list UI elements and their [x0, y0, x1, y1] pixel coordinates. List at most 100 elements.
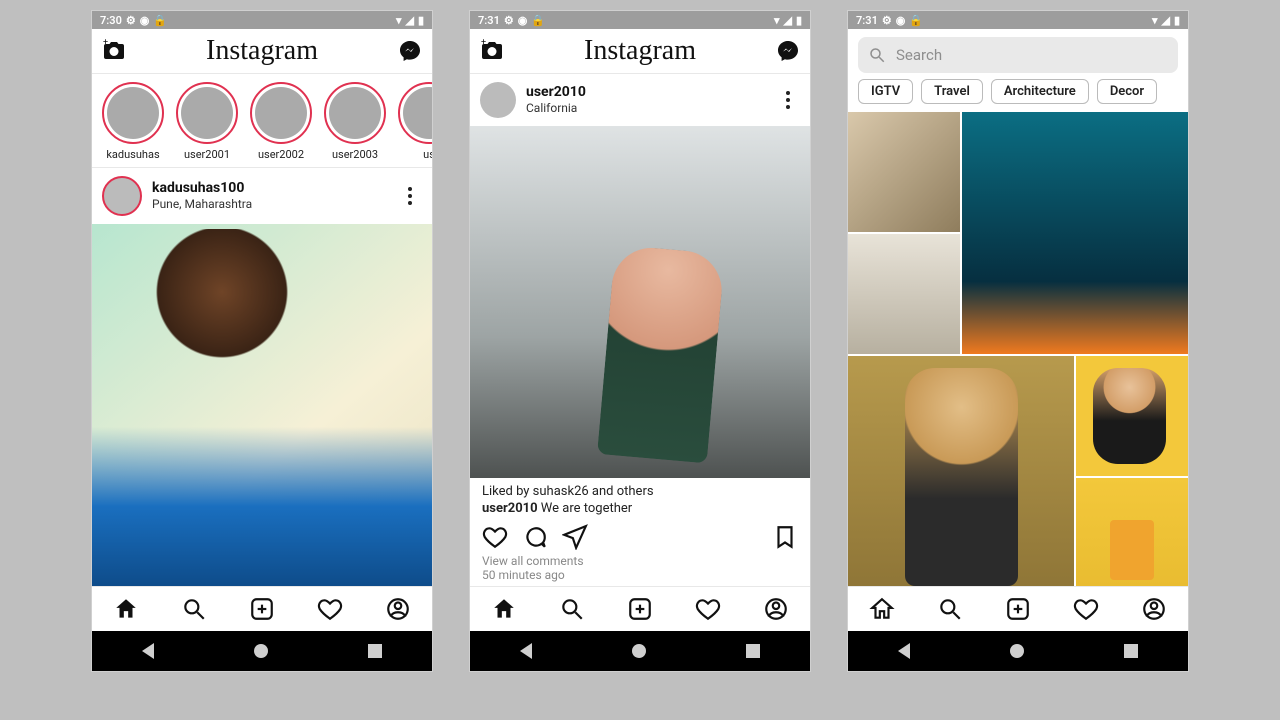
svg-text:+: + — [481, 39, 486, 48]
app-header: + Instagram — [470, 29, 810, 74]
explore-tile[interactable] — [1076, 356, 1188, 476]
explore-tile[interactable] — [962, 112, 1188, 354]
story-label: user2003 — [332, 148, 378, 161]
phone-post-detail: 7:31 ⚙ ◉ 🔒 ▾ ◢ ▮ + Instagram — [469, 10, 811, 672]
share-icon[interactable] — [562, 524, 588, 550]
story-avatar — [403, 87, 432, 139]
phone-explore: 7:31 ⚙ ◉ 🔒 ▾ ◢ ▮ Search IGTV Travel Arch… — [847, 10, 1189, 672]
explore-tile[interactable] — [848, 356, 1074, 586]
story-item[interactable]: user2001 — [176, 82, 238, 161]
location-icon: ◉ — [518, 14, 528, 27]
post-image[interactable] — [470, 126, 810, 478]
post-image[interactable] — [92, 224, 432, 586]
story-item[interactable]: us — [398, 82, 432, 161]
camera-icon[interactable]: + — [480, 39, 504, 63]
search-bar-wrap: Search — [848, 29, 1188, 79]
bookmark-icon[interactable] — [772, 524, 798, 550]
story-label: user2001 — [184, 148, 230, 161]
chip-travel[interactable]: Travel — [921, 79, 983, 104]
recent-apps-button[interactable] — [1124, 644, 1138, 658]
story-item[interactable]: user2003 — [324, 82, 386, 161]
signal-icon: ◢ — [783, 14, 791, 27]
android-softkeys — [470, 631, 810, 671]
messenger-icon[interactable] — [398, 39, 422, 63]
comment-icon[interactable] — [522, 524, 548, 550]
chip-decor[interactable]: Decor — [1097, 79, 1157, 104]
back-button[interactable] — [142, 643, 154, 659]
activity-icon[interactable] — [1073, 596, 1099, 622]
story-item[interactable]: user2002 — [250, 82, 312, 161]
profile-icon[interactable] — [1141, 596, 1167, 622]
messenger-icon[interactable] — [776, 39, 800, 63]
story-item[interactable]: kadusuhas — [102, 82, 164, 161]
caption-text: We are together — [538, 501, 633, 516]
search-icon[interactable] — [937, 596, 963, 622]
view-comments-link[interactable]: View all comments — [470, 554, 810, 568]
location-icon: ◉ — [896, 14, 906, 27]
bottom-nav — [848, 586, 1188, 631]
app-logo: Instagram — [584, 37, 696, 65]
story-label: kadusuhas — [106, 148, 159, 161]
chip-architecture[interactable]: Architecture — [991, 79, 1089, 104]
activity-icon[interactable] — [317, 596, 343, 622]
chip-igtv[interactable]: IGTV — [858, 79, 913, 104]
android-softkeys — [848, 631, 1188, 671]
android-status-bar: 7:30 ⚙ ◉ 🔒 ▾ ◢ ▮ — [92, 11, 432, 29]
camera-icon[interactable]: + — [102, 39, 126, 63]
android-status-bar: 7:31 ⚙ ◉ 🔒 ▾ ◢ ▮ — [848, 11, 1188, 29]
home-button[interactable] — [632, 644, 646, 658]
status-clock: 7:31 — [478, 14, 500, 27]
battery-icon: ▮ — [418, 14, 424, 27]
explore-tile[interactable] — [848, 112, 960, 232]
back-button[interactable] — [520, 643, 532, 659]
post-username[interactable]: user2010 — [526, 84, 586, 101]
explore-grid — [848, 112, 1188, 586]
more-options-icon[interactable] — [396, 181, 424, 211]
android-status-bar: 7:31 ⚙ ◉ 🔒 ▾ ◢ ▮ — [470, 11, 810, 29]
caption-username[interactable]: user2010 — [482, 501, 538, 516]
back-button[interactable] — [898, 643, 910, 659]
wifi-icon: ▾ — [396, 14, 402, 27]
profile-icon[interactable] — [763, 596, 789, 622]
avatar[interactable] — [102, 176, 142, 216]
avatar[interactable] — [480, 82, 516, 118]
home-icon[interactable] — [491, 596, 517, 622]
search-icon[interactable] — [181, 596, 207, 622]
story-label: us — [423, 148, 432, 161]
search-icon[interactable] — [559, 596, 585, 622]
story-label: user2002 — [258, 148, 304, 161]
settings-icon: ⚙ — [882, 14, 892, 27]
post-username[interactable]: kadusuhas100 — [152, 180, 252, 197]
category-chips[interactable]: IGTV Travel Architecture Decor — [848, 79, 1188, 112]
lock-icon: 🔒 — [531, 14, 545, 27]
home-icon[interactable] — [113, 596, 139, 622]
story-avatar — [181, 87, 233, 139]
like-icon[interactable] — [482, 524, 508, 550]
home-icon[interactable] — [869, 596, 895, 622]
android-softkeys — [92, 631, 432, 671]
activity-icon[interactable] — [695, 596, 721, 622]
more-options-icon[interactable] — [774, 85, 802, 115]
wifi-icon: ▾ — [774, 14, 780, 27]
story-avatar — [255, 87, 307, 139]
add-post-icon[interactable] — [1005, 596, 1031, 622]
explore-tile[interactable] — [848, 234, 960, 354]
recent-apps-button[interactable] — [368, 644, 382, 658]
search-placeholder: Search — [896, 46, 942, 64]
stories-row[interactable]: kadusuhas user2001 user2002 user2003 us — [92, 74, 432, 168]
svg-text:+: + — [103, 39, 108, 48]
settings-icon: ⚙ — [504, 14, 514, 27]
add-post-icon[interactable] — [627, 596, 653, 622]
post-location[interactable]: California — [526, 101, 586, 115]
post-location[interactable]: Pune, Maharashtra — [152, 197, 252, 211]
battery-icon: ▮ — [796, 14, 802, 27]
home-button[interactable] — [1010, 644, 1024, 658]
search-input[interactable]: Search — [858, 37, 1178, 73]
likes-text[interactable]: Liked by suhask26 and others — [470, 478, 810, 501]
profile-icon[interactable] — [385, 596, 411, 622]
explore-tile[interactable] — [1076, 478, 1188, 586]
add-post-icon[interactable] — [249, 596, 275, 622]
recent-apps-button[interactable] — [746, 644, 760, 658]
lock-icon: 🔒 — [909, 14, 923, 27]
home-button[interactable] — [254, 644, 268, 658]
